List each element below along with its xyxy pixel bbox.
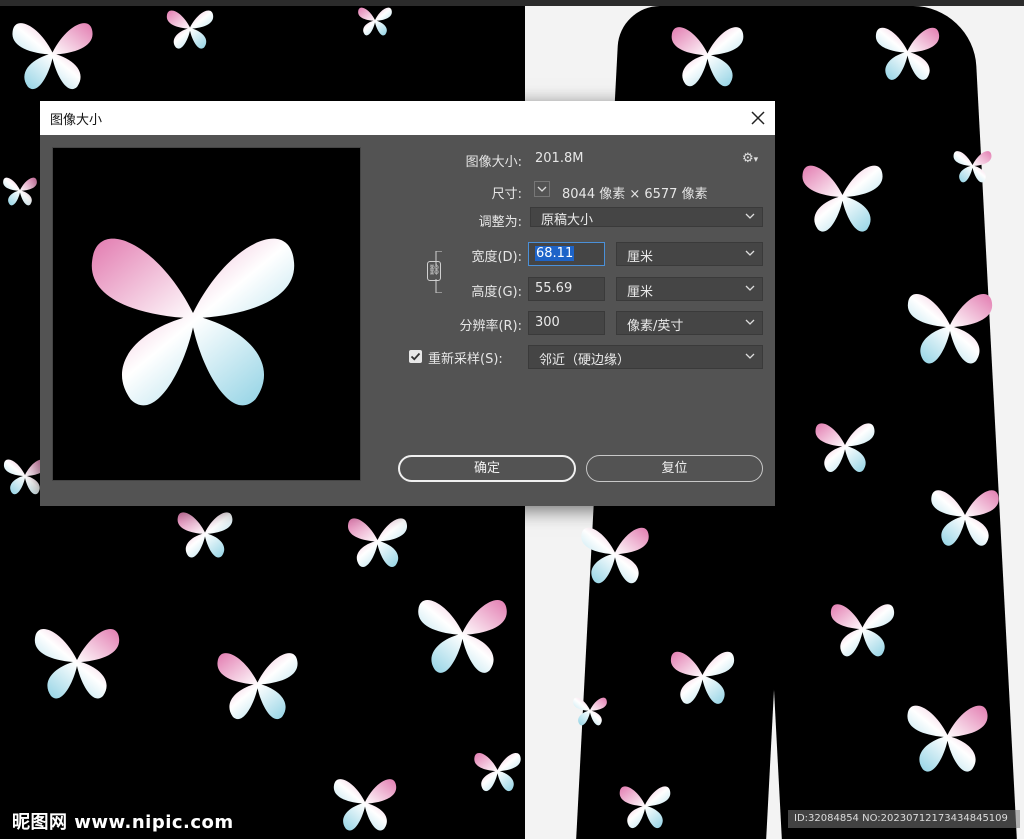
butterfly-graphic xyxy=(470,740,525,800)
butterfly-graphic xyxy=(340,505,415,575)
butterfly-graphic xyxy=(345,0,405,40)
butterfly-graphic xyxy=(950,125,995,205)
butterfly-graphic xyxy=(310,765,420,839)
close-button[interactable] xyxy=(741,101,775,135)
butterfly-graphic xyxy=(405,580,520,685)
dialog-title: 图像大小 xyxy=(50,112,103,128)
butterfly-graphic xyxy=(925,470,1005,560)
site-watermark: 昵图网 www.nipic.com xyxy=(12,812,234,833)
image-size-value: 201.8M xyxy=(535,151,584,166)
resolution-label: 分辨率(R): xyxy=(459,319,522,334)
resolution-value: 300 xyxy=(535,315,560,330)
butterfly-graphic xyxy=(205,635,310,730)
dimensions-value: 8044 像素 × 6577 像素 xyxy=(562,187,708,202)
resample-label: 重新采样(S): xyxy=(428,352,503,367)
height-unit-select[interactable]: 厘米 xyxy=(616,277,763,301)
dialog-titlebar: 图像大小 xyxy=(40,101,775,135)
butterfly-graphic xyxy=(900,275,1000,375)
image-preview[interactable] xyxy=(52,147,361,481)
height-value: 55.69 xyxy=(535,281,573,296)
image-size-label: 图像大小: xyxy=(465,155,522,170)
settings-gear-icon[interactable]: ⚙▾ xyxy=(742,151,758,166)
fit-to-label: 调整为: xyxy=(478,215,522,230)
butterfly-graphic xyxy=(795,140,890,250)
close-icon xyxy=(751,111,765,125)
resolution-input[interactable]: 300 xyxy=(528,311,605,335)
height-label: 高度(G): xyxy=(471,285,522,300)
width-unit-value: 厘米 xyxy=(627,250,654,265)
butterfly-graphic xyxy=(145,0,235,55)
butterfly-preview xyxy=(73,183,313,443)
height-input[interactable]: 55.69 xyxy=(528,277,605,301)
height-unit-value: 厘米 xyxy=(627,285,654,300)
width-input[interactable]: 68.11 xyxy=(528,242,605,266)
resolution-unit-select[interactable]: 像素/英寸 xyxy=(616,311,763,335)
butterfly-graphic xyxy=(665,620,740,730)
butterfly-graphic xyxy=(0,150,40,230)
width-unit-select[interactable]: 厘米 xyxy=(616,242,763,266)
resample-method-value: 邻近（硬边缘） xyxy=(539,353,631,368)
chevron-down-icon xyxy=(537,186,547,192)
butterfly-graphic xyxy=(5,5,100,100)
dimensions-dropdown[interactable] xyxy=(534,181,550,197)
butterfly-graphic xyxy=(810,395,880,495)
width-value: 68.11 xyxy=(535,246,575,261)
width-label: 宽度(D): xyxy=(471,250,522,265)
id-watermark: ID:32084854 NO:20230712173434845109 xyxy=(788,810,1020,828)
fit-to-value: 原稿大小 xyxy=(541,213,594,228)
butterfly-graphic xyxy=(665,6,750,101)
butterfly-graphic xyxy=(570,670,610,750)
chevron-down-icon xyxy=(745,353,755,359)
butterfly-graphic xyxy=(22,610,132,710)
fit-to-select[interactable]: 原稿大小 xyxy=(530,207,763,228)
butterfly-graphic xyxy=(155,500,255,565)
resample-method-select[interactable]: 邻近（硬边缘） xyxy=(528,345,763,369)
chevron-down-icon xyxy=(745,213,755,219)
dimensions-label: 尺寸: xyxy=(491,187,522,202)
chevron-down-icon xyxy=(745,250,755,256)
image-size-dialog: 图像大小 图像大小: 201.8M ⚙▾ 尺寸: 8044 像素 × 6577 … xyxy=(40,101,775,506)
chevron-down-icon xyxy=(745,285,755,291)
ok-button[interactable]: 确定 xyxy=(398,455,576,482)
butterfly-graphic xyxy=(870,6,945,96)
resample-checkbox[interactable] xyxy=(409,350,422,363)
butterfly-graphic xyxy=(900,680,995,790)
reset-button[interactable]: 复位 xyxy=(586,455,763,482)
butterfly-graphic xyxy=(615,775,675,835)
checkmark-icon xyxy=(410,352,421,361)
butterfly-graphic xyxy=(575,505,655,600)
resolution-unit-value: 像素/英寸 xyxy=(627,319,684,334)
chevron-down-icon xyxy=(745,319,755,325)
butterfly-graphic xyxy=(825,580,900,675)
